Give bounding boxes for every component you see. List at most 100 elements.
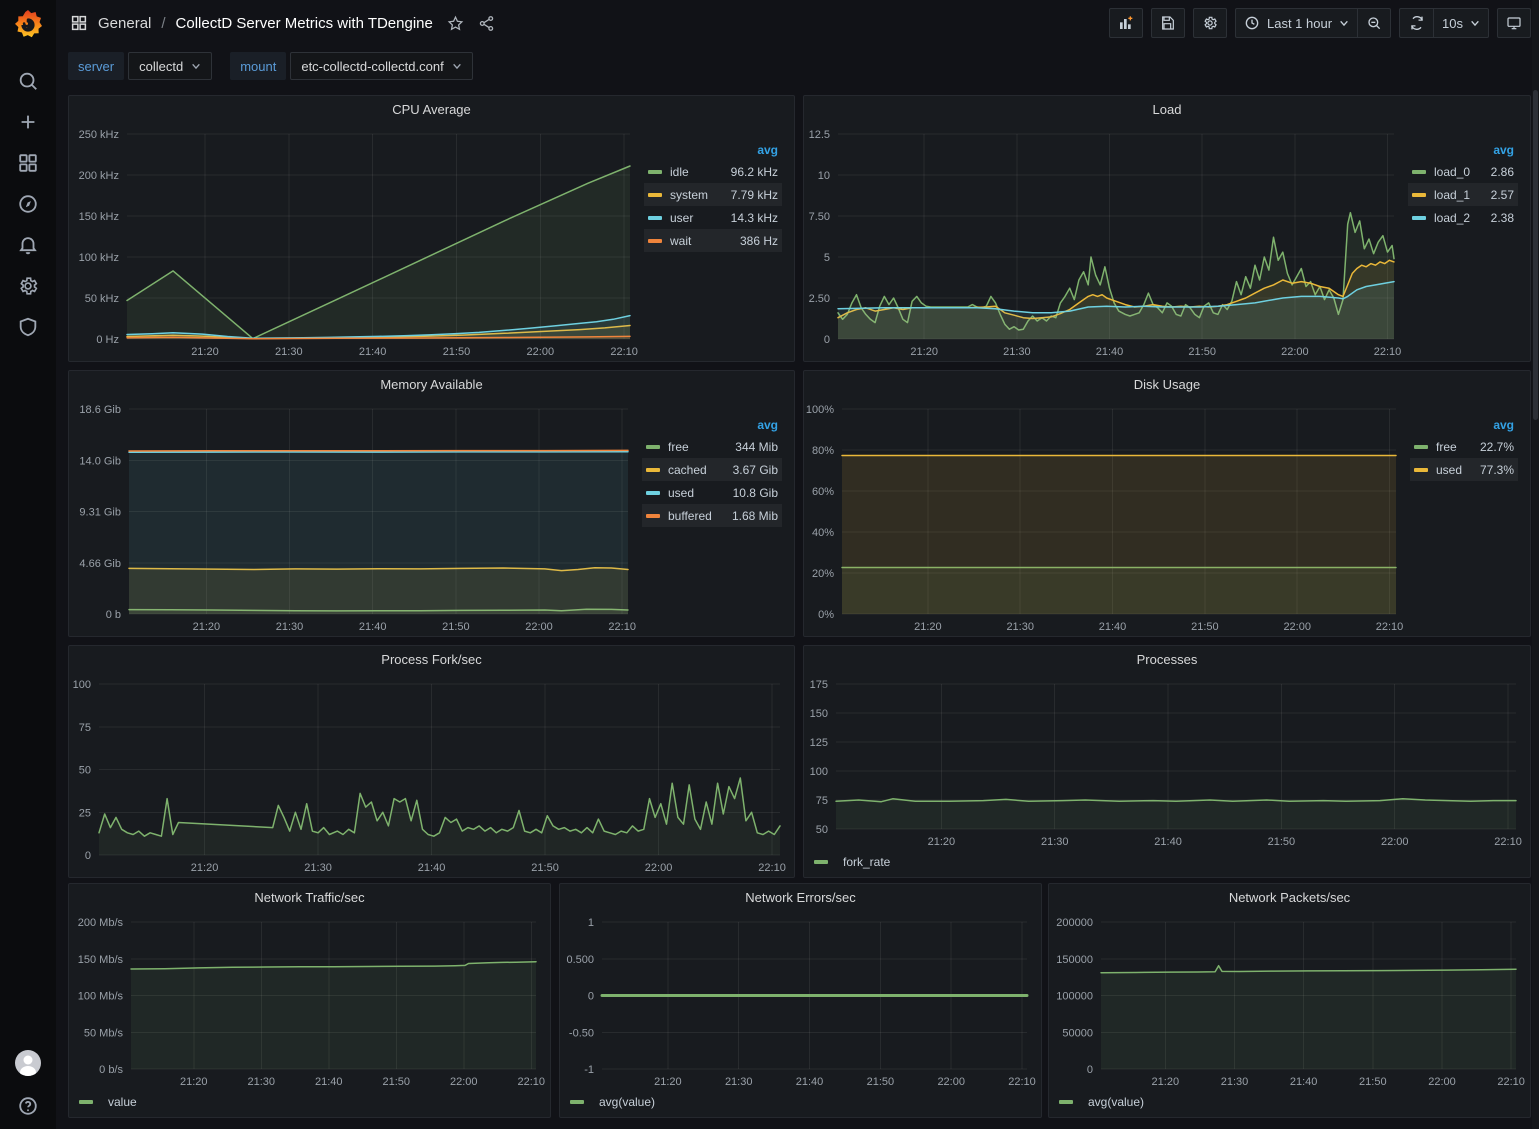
- chart-canvas[interactable]: 025507510021:2021:3021:4021:5022:0022:10: [69, 674, 794, 877]
- legend-item-fork_rate[interactable]: fork_rate: [804, 851, 1530, 877]
- legend-item-system[interactable]: system7.79 kHz: [644, 183, 782, 206]
- legend-series-name[interactable]: load_0: [1434, 165, 1479, 179]
- refresh-interval-dropdown[interactable]: 10s: [1433, 8, 1489, 38]
- svg-text:21:20: 21:20: [914, 621, 942, 633]
- svg-text:0 b/s: 0 b/s: [99, 1064, 123, 1076]
- svg-text:100 Mb/s: 100 Mb/s: [78, 991, 124, 1003]
- panel-title[interactable]: Disk Usage: [804, 371, 1530, 399]
- svg-text:0: 0: [588, 991, 594, 1003]
- panel-body: 025507510021:2021:3021:4021:5022:0022:10: [69, 674, 794, 877]
- legend-header-avg[interactable]: avg: [642, 415, 782, 435]
- sidebar-item-search[interactable]: [17, 70, 39, 92]
- legend-item-buffered[interactable]: buffered 1.68 Mib: [642, 504, 782, 527]
- legend-item-avg(value)[interactable]: avg(value): [560, 1091, 1041, 1117]
- legend-item-wait[interactable]: wait386 Hz: [644, 229, 782, 252]
- legend-item-value[interactable]: value: [69, 1091, 550, 1117]
- scrollbar-thumb[interactable]: [1533, 90, 1538, 420]
- legend-series-color: [648, 239, 662, 243]
- panel-title[interactable]: Network Errors/sec: [560, 884, 1041, 912]
- legend-series-avg-value: 1.68 Mib: [732, 509, 778, 523]
- legend-item-load_0[interactable]: load_02.86: [1408, 160, 1518, 183]
- legend-series-name[interactable]: free: [1436, 440, 1468, 454]
- legend-item-free[interactable]: free22.7%: [1410, 435, 1518, 458]
- legend-item-free[interactable]: free344 Mib: [642, 435, 782, 458]
- panel-title[interactable]: Processes: [804, 646, 1530, 674]
- refresh-button[interactable]: [1399, 8, 1433, 38]
- panel-title[interactable]: Process Fork/sec: [69, 646, 794, 674]
- chart-canvas[interactable]: -1-0.5000.500121:2021:3021:4021:5022:002…: [560, 912, 1041, 1091]
- legend-item-cached[interactable]: cached3.67 Gib: [642, 458, 782, 481]
- panel-memory-available: Memory Available0 b4.66 Gib9.31 Gib14.0 …: [68, 370, 795, 637]
- panel-title[interactable]: Network Traffic/sec: [69, 884, 550, 912]
- sidebar-item-alerting[interactable]: [17, 234, 39, 256]
- legend-item-used[interactable]: used10.8 Gib: [642, 481, 782, 504]
- chart-canvas[interactable]: 05000010000015000020000021:2021:3021:402…: [1049, 912, 1530, 1091]
- grafana-logo[interactable]: [11, 8, 45, 42]
- legend-item-used[interactable]: used77.3%: [1410, 458, 1518, 481]
- svg-text:125: 125: [810, 737, 828, 749]
- svg-text:250 kHz: 250 kHz: [79, 129, 119, 141]
- legend-series-name[interactable]: free: [668, 440, 723, 454]
- chart-canvas[interactable]: 0 b/s50 Mb/s100 Mb/s150 Mb/s200 Mb/s21:2…: [69, 912, 550, 1091]
- kiosk-mode-button[interactable]: [1497, 8, 1531, 38]
- legend-series-name[interactable]: load_1: [1434, 188, 1479, 202]
- legend-series-name[interactable]: used: [1436, 463, 1468, 477]
- panel-body: 0%20%40%60%80%100%21:2021:3021:4021:5022…: [804, 399, 1530, 636]
- legend-item-avg(value)[interactable]: avg(value): [1049, 1091, 1530, 1117]
- zoom-out-time-button[interactable]: [1357, 8, 1391, 38]
- star-icon[interactable]: [447, 15, 464, 32]
- scrollbar[interactable]: [1532, 0, 1539, 1129]
- panel-title[interactable]: Network Packets/sec: [1049, 884, 1530, 912]
- sidebar-item-dashboards[interactable]: [17, 152, 39, 174]
- sidebar-item-create[interactable]: [17, 111, 39, 133]
- sidebar-item-explore[interactable]: [17, 193, 39, 215]
- chart-canvas[interactable]: 0%20%40%60%80%100%21:2021:3021:4021:5022…: [804, 399, 1410, 636]
- variable-value-mount[interactable]: etc-collectd-collectd.conf: [290, 52, 472, 80]
- legend-item-load_1[interactable]: load_12.57: [1408, 183, 1518, 206]
- sidebar-item-profile[interactable]: [14, 1049, 42, 1077]
- panel-title[interactable]: Memory Available: [69, 371, 794, 399]
- save-dashboard-button[interactable]: [1151, 8, 1185, 38]
- legend-series-name[interactable]: avg(value): [1088, 1095, 1144, 1109]
- chart-canvas[interactable]: 0 b4.66 Gib9.31 Gib14.0 Gib18.6 Gib21:20…: [69, 399, 642, 636]
- svg-text:21:30: 21:30: [248, 1076, 276, 1088]
- sidebar-item-server-admin[interactable]: [17, 316, 39, 338]
- legend-series-name[interactable]: fork_rate: [843, 855, 890, 869]
- legend-series-name[interactable]: system: [670, 188, 719, 202]
- legend-header-avg[interactable]: avg: [644, 140, 782, 160]
- legend-series-name[interactable]: user: [670, 211, 719, 225]
- chart-canvas[interactable]: 02.5057.501012.521:2021:3021:4021:5022:0…: [804, 124, 1408, 361]
- chart-canvas[interactable]: 0 Hz50 kHz100 kHz150 kHz200 kHz250 kHz21…: [69, 124, 644, 361]
- legend-series-avg-value: 14.3 kHz: [731, 211, 778, 225]
- legend-series-name[interactable]: value: [108, 1095, 137, 1109]
- breadcrumb-section[interactable]: General: [98, 15, 151, 32]
- legend-header-avg[interactable]: avg: [1410, 415, 1518, 435]
- chart-canvas[interactable]: 507510012515017521:2021:3021:4021:5022:0…: [804, 674, 1530, 851]
- variable-value-server[interactable]: collectd: [128, 52, 212, 80]
- legend-series-name[interactable]: buffered: [668, 509, 720, 523]
- legend-item-load_2[interactable]: load_22.38: [1408, 206, 1518, 229]
- share-icon[interactable]: [478, 15, 495, 32]
- sidebar-item-configuration[interactable]: [17, 275, 39, 297]
- legend-item-idle[interactable]: idle96.2 kHz: [644, 160, 782, 183]
- svg-text:22:10: 22:10: [518, 1076, 546, 1088]
- panel-title[interactable]: Load: [804, 96, 1530, 124]
- svg-text:150: 150: [810, 708, 828, 720]
- svg-text:200000: 200000: [1056, 917, 1093, 929]
- add-panel-button[interactable]: [1109, 8, 1143, 38]
- legend-item-user[interactable]: user 14.3 kHz: [644, 206, 782, 229]
- time-range-picker[interactable]: Last 1 hour: [1235, 8, 1357, 38]
- dashboard-settings-button[interactable]: [1193, 8, 1227, 38]
- legend-series-name[interactable]: avg(value): [599, 1095, 655, 1109]
- legend-header-avg[interactable]: avg: [1408, 140, 1518, 160]
- legend-series-name[interactable]: load_2: [1434, 211, 1479, 225]
- svg-text:21:50: 21:50: [1191, 621, 1219, 633]
- legend-series-name[interactable]: idle: [670, 165, 719, 179]
- legend-series-name[interactable]: wait: [670, 234, 728, 248]
- svg-text:21:20: 21:20: [654, 1076, 682, 1088]
- chart-memory-available: 0 b4.66 Gib9.31 Gib14.0 Gib18.6 Gib21:20…: [69, 399, 642, 636]
- legend-series-name[interactable]: cached: [668, 463, 721, 477]
- sidebar-item-help[interactable]: [17, 1095, 39, 1117]
- legend-series-name[interactable]: used: [668, 486, 721, 500]
- panel-title[interactable]: CPU Average: [69, 96, 794, 124]
